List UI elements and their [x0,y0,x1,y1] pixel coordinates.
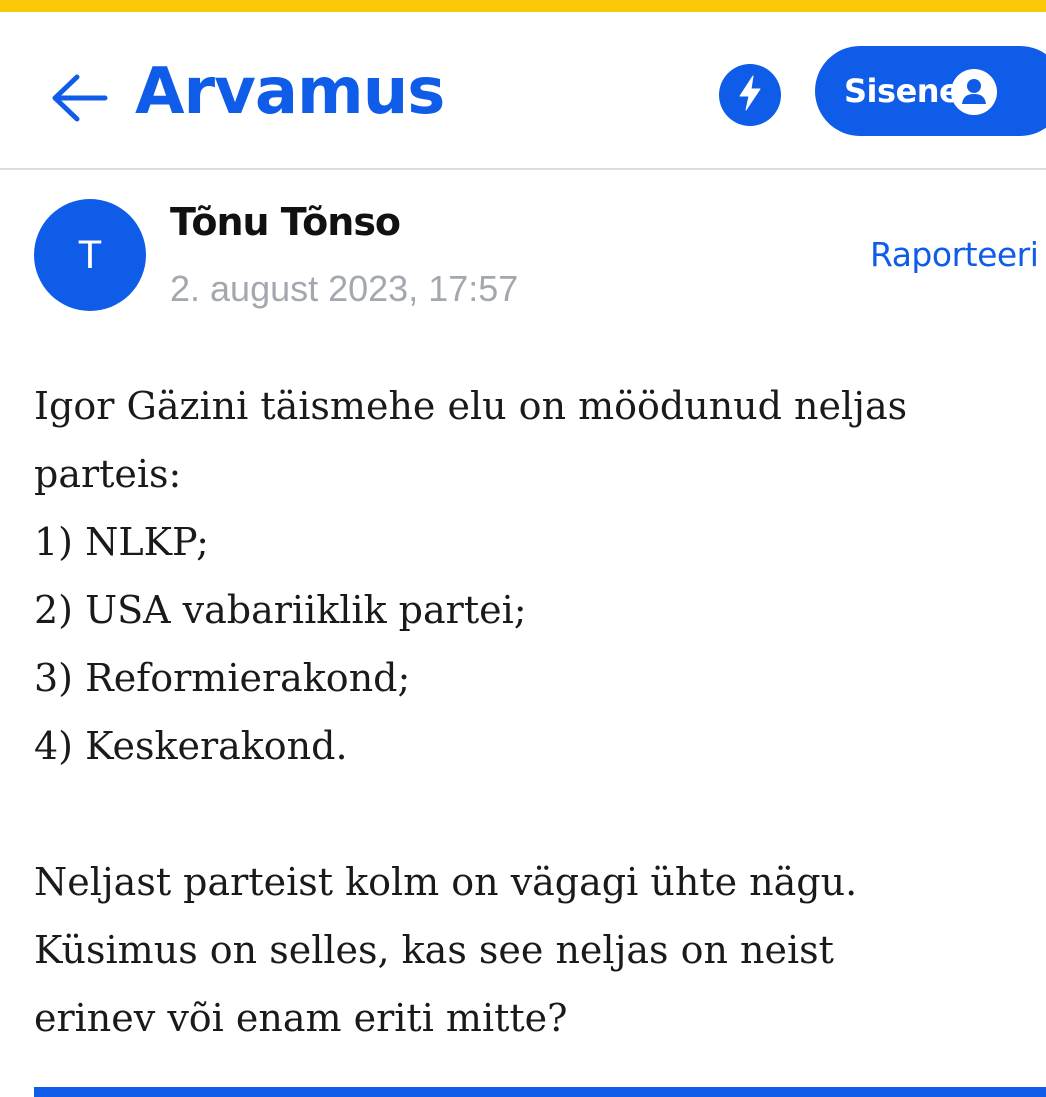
user-icon [951,69,997,115]
comment-timestamp: 2. august 2023, 17:57 [170,268,519,309]
back-button[interactable] [46,72,112,128]
comment-body: Igor Gäzini täismehe elu on möödunud nel… [34,372,1024,1052]
comment-text-line: Küsimus on selles, kas see neljas on nei… [34,928,834,972]
login-button[interactable]: Sisene [815,46,1046,136]
arrow-left-icon [49,73,109,127]
comment-text-line: 2) USA vabariiklik partei; [34,588,527,632]
header: Arvamus Sisene [0,12,1046,168]
comment-author-name: Tõnu Tõnso [170,200,401,244]
comment-text-line: 4) Keskerakond. [34,724,348,768]
flash-news-button[interactable] [719,64,781,126]
comment-text-line: 1) NLKP; [34,520,209,564]
comment-text-line: Neljast parteist kolm on vägagi ühte näg… [34,860,858,904]
lightning-bolt-icon [735,74,765,116]
bottom-accent-bar [34,1087,1046,1097]
comment-text-line: erinev või enam eriti mitte? [34,996,568,1040]
header-divider [0,168,1046,170]
report-button[interactable]: Raporteeri [870,232,1039,278]
top-accent-strip [0,0,1046,12]
comment-text-line: Igor Gäzini täismehe elu on möödunud nel… [34,384,908,428]
comment-text-line: parteis: [34,452,182,496]
login-button-label: Sisene [844,72,961,110]
comment-text-line: 3) Reformierakond; [34,656,411,700]
avatar: T [34,199,146,311]
page-title: Arvamus [135,55,445,129]
